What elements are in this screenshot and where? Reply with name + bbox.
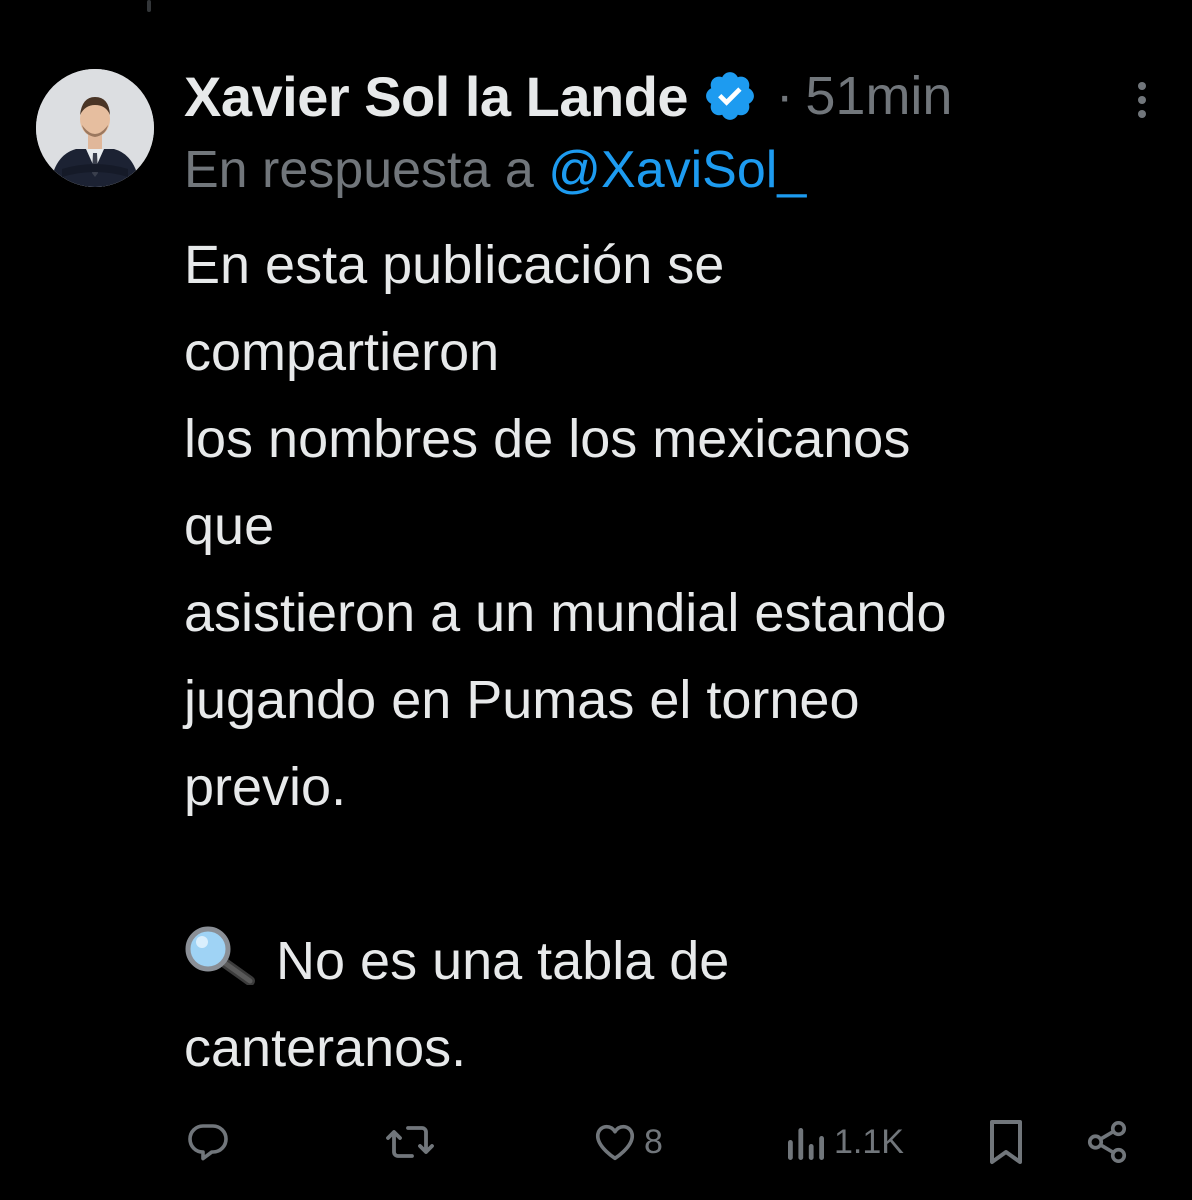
reply-icon: [188, 1124, 228, 1161]
person-photo: [36, 69, 154, 187]
tweet-text-line: En esta publicación se: [184, 235, 725, 295]
more-options-icon[interactable]: [1136, 80, 1148, 120]
tweet-text-line: jugando en Pumas el torneo: [184, 670, 860, 730]
views-icon: [788, 1128, 824, 1160]
tweet-text-line-with-emoji: No es una tabla de: [184, 918, 1174, 1005]
bookmark-icon: [990, 1120, 1022, 1164]
tweet-text-line: canteranos.: [184, 1018, 467, 1078]
tweet-text-line: No es una tabla de: [276, 931, 730, 991]
like-count: 8: [644, 1122, 663, 1161]
tweet-header: Xavier Sol la Lande · 51min: [184, 58, 1172, 134]
reply-mention-link[interactable]: @XaviSol_: [548, 141, 806, 199]
reply-prefix: En respuesta a: [184, 141, 534, 199]
like-button[interactable]: 8: [592, 1110, 663, 1174]
verified-badge-icon: [706, 72, 754, 120]
tweet-action-bar: 8 1.1K: [184, 1110, 1144, 1174]
tweet-body: En esta publicación se compartieron los …: [184, 222, 1174, 1092]
thread-connector-line: [147, 0, 151, 12]
bookmark-button[interactable]: [984, 1110, 1028, 1174]
timestamp[interactable]: 51min: [805, 65, 952, 127]
views-count: 1.1K: [834, 1122, 904, 1161]
magnifying-glass-icon: [185, 926, 255, 985]
tweet-text-line: previo.: [184, 757, 347, 817]
author-display-name[interactable]: Xavier Sol la Lande: [184, 64, 689, 129]
tweet-text-line: compartieron: [184, 322, 500, 382]
tweet-text-line: los nombres de los mexicanos: [184, 409, 911, 469]
share-button[interactable]: [1084, 1110, 1130, 1174]
reply-context: En respuesta a @XaviSol_: [184, 140, 806, 200]
share-icon: [1087, 1121, 1127, 1163]
retweet-icon: [386, 1126, 434, 1158]
tweet-text-line: asistieron a un mundial estando: [184, 583, 947, 643]
heart-icon: [595, 1124, 635, 1161]
tweet-text-line: que: [184, 496, 275, 556]
separator-dot: ·: [776, 67, 794, 125]
avatar[interactable]: [36, 69, 154, 187]
views-button[interactable]: 1.1K: [784, 1110, 904, 1174]
retweet-button[interactable]: [384, 1110, 442, 1174]
reply-button[interactable]: [184, 1110, 238, 1174]
